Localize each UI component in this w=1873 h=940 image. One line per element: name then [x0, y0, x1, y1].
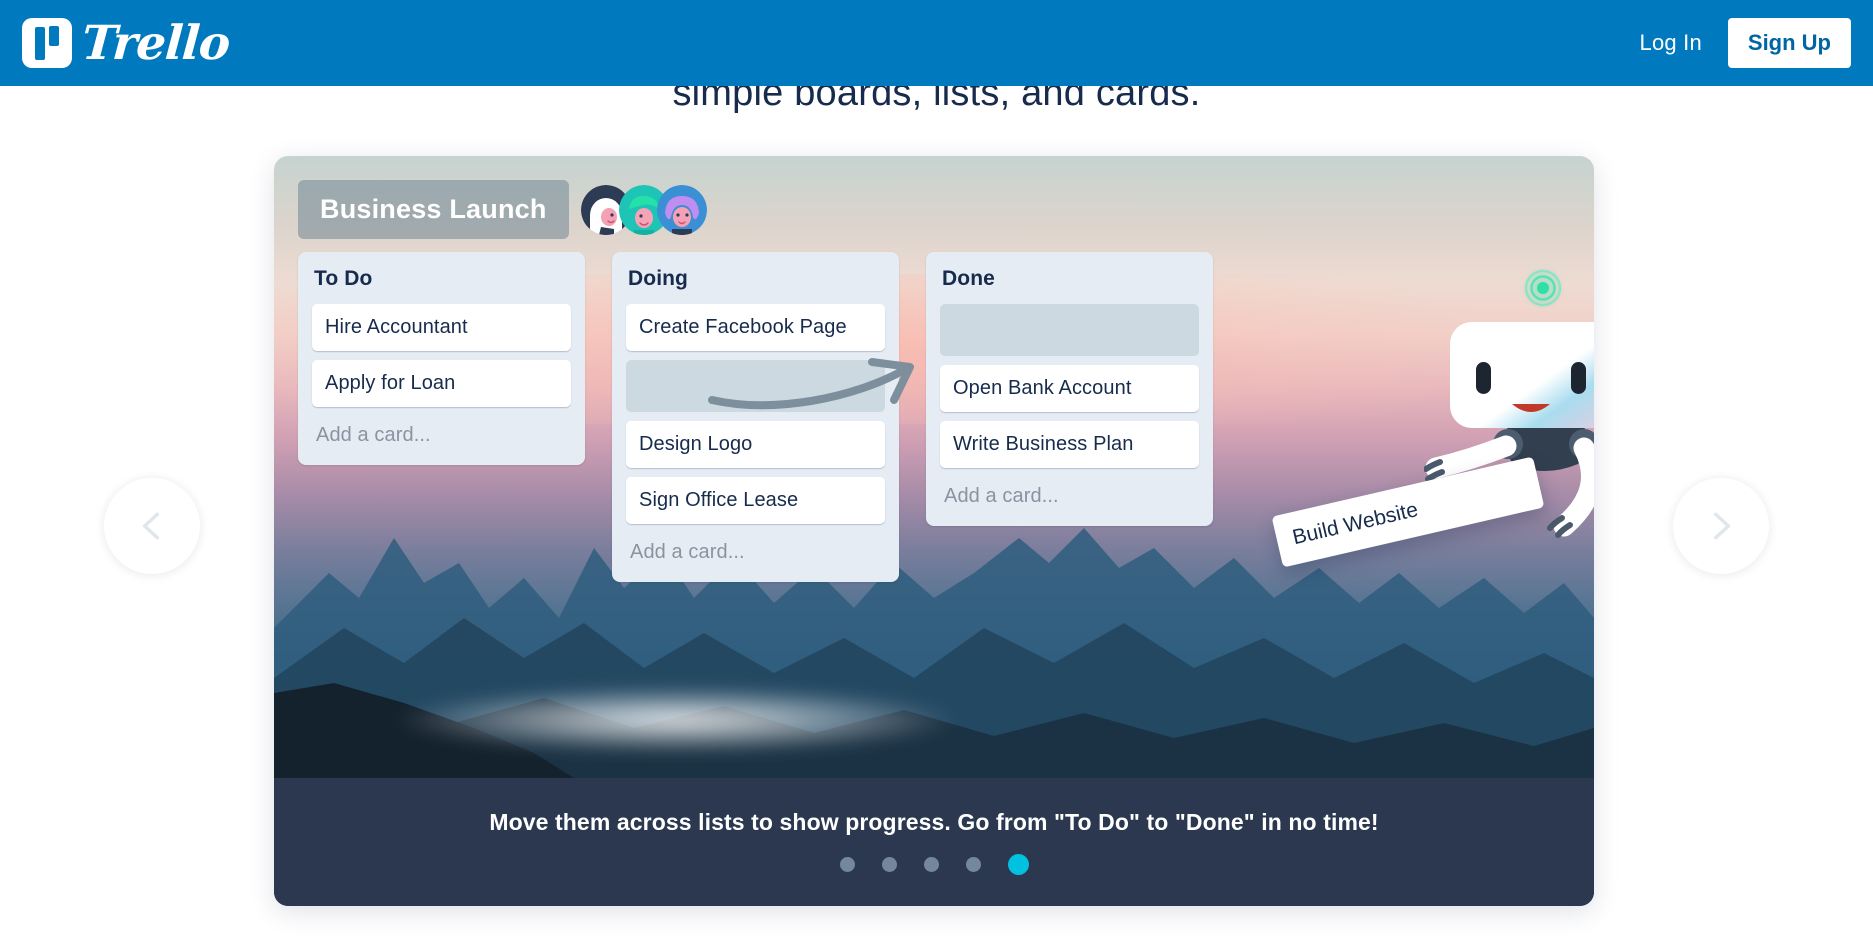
board-header: Business Launch — [298, 180, 707, 239]
card[interactable]: Open Bank Account — [940, 365, 1199, 412]
valley-fog — [334, 666, 1094, 756]
card[interactable]: Hire Accountant — [312, 304, 571, 351]
card[interactable]: Sign Office Lease — [626, 477, 885, 524]
carousel-dot-5[interactable] — [1007, 854, 1029, 875]
board-lists: To Do Hire Accountant Apply for Loan Add… — [298, 252, 1213, 582]
carousel-dot-1[interactable] — [839, 857, 855, 872]
member-avatar-3[interactable] — [656, 184, 707, 235]
board-preview-panel: Business Launch To Do Hire Accountant Ap… — [274, 156, 1594, 906]
add-a-card-button[interactable]: Add a card... — [312, 416, 571, 455]
header-actions: Log In Sign Up — [1640, 18, 1851, 68]
carousel-caption: Move them across lists to show progress.… — [489, 809, 1379, 835]
list-title[interactable]: Doing — [628, 267, 883, 291]
trello-board-icon — [22, 18, 72, 68]
card[interactable]: Write Business Plan — [940, 421, 1199, 468]
board-members — [580, 184, 707, 235]
carousel-caption-bar: Move them across lists to show progress.… — [274, 778, 1594, 906]
sign-up-button[interactable]: Sign Up — [1727, 18, 1851, 68]
carousel-dot-3[interactable] — [923, 857, 939, 872]
card[interactable]: Create Facebook Page — [626, 304, 885, 351]
site-header: Trello Log In Sign Up — [0, 0, 1873, 86]
list-title[interactable]: Done — [942, 267, 1197, 291]
card[interactable]: Design Logo — [626, 421, 885, 468]
chevron-right-icon — [1713, 512, 1731, 540]
board-title[interactable]: Business Launch — [298, 180, 569, 239]
drag-direction-arrow — [708, 358, 914, 410]
card-drop-slot — [626, 358, 914, 412]
carousel-pagination — [839, 854, 1029, 875]
carousel-prev-button[interactable] — [104, 478, 200, 574]
landing-page: simple boards, lists, and cards. Busines… — [0, 0, 1873, 940]
log-in-link[interactable]: Log In — [1640, 30, 1702, 56]
list-to-do: To Do Hire Accountant Apply for Loan Add… — [298, 252, 585, 465]
add-a-card-button[interactable]: Add a card... — [626, 533, 885, 572]
card[interactable]: Apply for Loan — [312, 360, 571, 407]
trello-logo[interactable]: Trello — [22, 15, 232, 71]
carousel-dot-2[interactable] — [881, 857, 897, 872]
brand-wordmark: Trello — [80, 15, 232, 71]
add-a-card-button[interactable]: Add a card... — [940, 477, 1199, 516]
chevron-left-icon — [142, 512, 160, 540]
list-title[interactable]: To Do — [314, 267, 569, 291]
card-drop-slot — [940, 304, 1199, 356]
carousel-dot-4[interactable] — [965, 857, 981, 872]
list-doing: Doing Create Facebook Page Design Logo S… — [612, 252, 914, 582]
avatar-illustration — [656, 184, 707, 235]
list-done: Done Open Bank Account Write Business Pl… — [926, 252, 1213, 526]
carousel-next-button[interactable] — [1673, 478, 1769, 574]
